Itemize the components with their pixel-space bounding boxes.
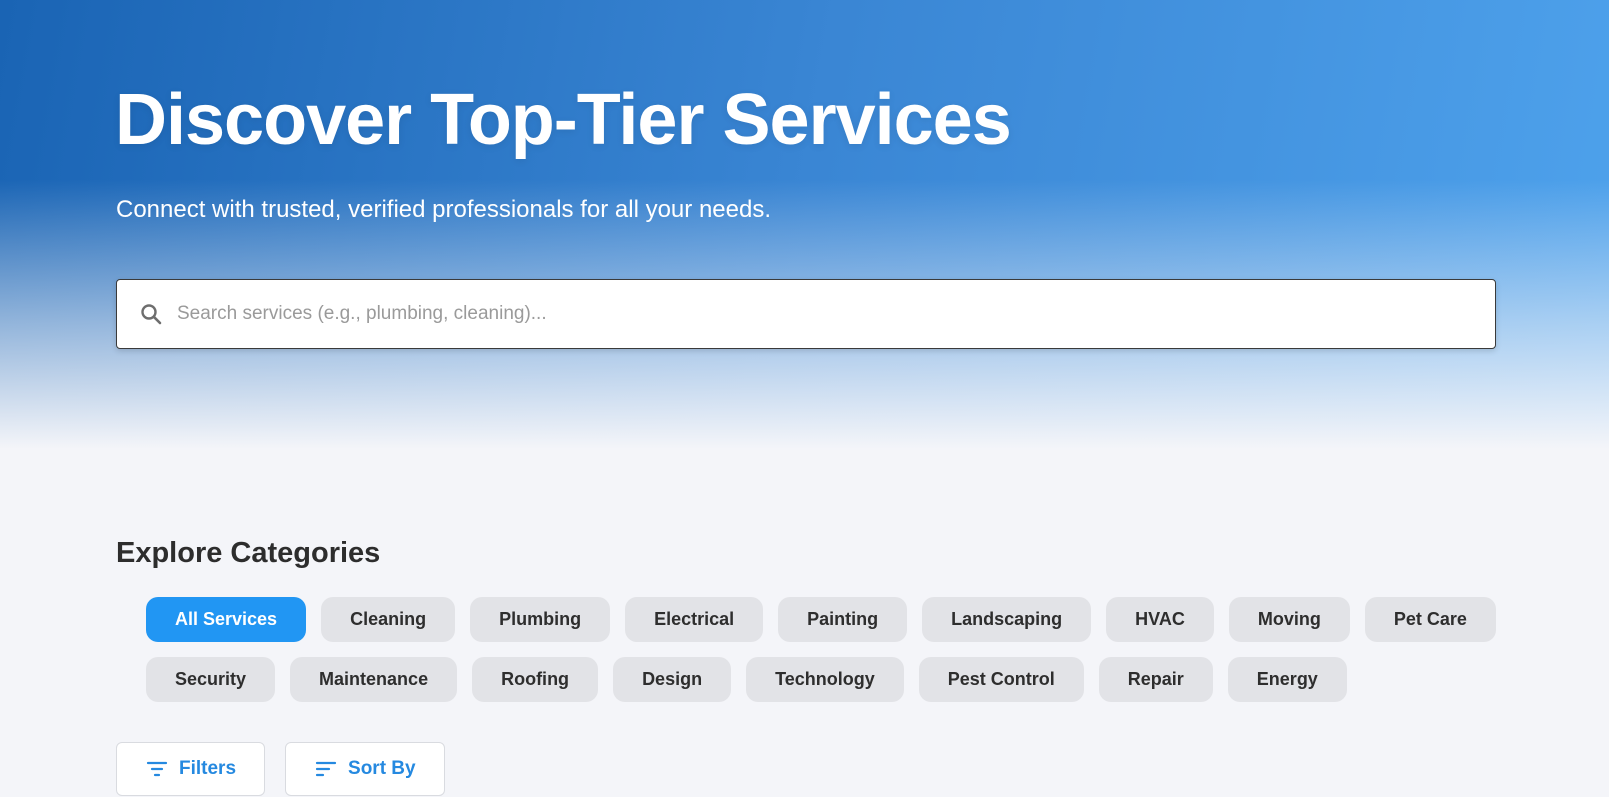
hero-title: Discover Top-Tier Services [115,80,1012,160]
category-chip-hvac[interactable]: HVAC [1106,597,1214,642]
filters-button[interactable]: Filters [116,742,266,796]
sort-by-label: Sort By [348,758,416,779]
category-chips-row-1: All Services Cleaning Plumbing Electrica… [146,597,1496,642]
categories-title: Explore Categories [116,537,381,569]
category-chip-moving[interactable]: Moving [1228,597,1350,642]
sort-by-button[interactable]: Sort By [285,742,445,796]
category-chip-technology[interactable]: Technology [746,657,904,702]
hero-banner: Discover Top-Tier Services Connect with … [0,0,1609,449]
search-input[interactable] [177,280,1495,348]
category-chip-pest-control[interactable]: Pest Control [918,657,1084,702]
category-chip-electrical[interactable]: Electrical [625,597,764,642]
category-chip-design[interactable]: Design [613,657,732,702]
search-icon [139,302,163,326]
category-chip-cleaning[interactable]: Cleaning [321,597,456,642]
toolbar: Filters Sort By [116,742,445,796]
category-chip-all-services[interactable]: All Services [146,597,307,642]
search-bar[interactable] [116,279,1496,349]
category-chip-maintenance[interactable]: Maintenance [290,657,458,702]
filters-label: Filters [179,758,237,779]
category-chip-energy[interactable]: Energy [1227,657,1347,702]
category-chip-roofing[interactable]: Roofing [472,657,599,702]
category-chips-row-2: Security Maintenance Roofing Design Tech… [146,657,1347,702]
sort-icon [314,757,338,781]
hero-subtitle: Connect with trusted, verified professio… [116,196,771,223]
filter-icon [145,757,169,781]
category-chip-painting[interactable]: Painting [778,597,908,642]
category-chip-plumbing[interactable]: Plumbing [470,597,611,642]
category-chip-pet-care[interactable]: Pet Care [1364,597,1496,642]
category-chip-security[interactable]: Security [146,657,276,702]
category-chip-landscaping[interactable]: Landscaping [922,597,1092,642]
category-chip-repair[interactable]: Repair [1098,657,1213,702]
